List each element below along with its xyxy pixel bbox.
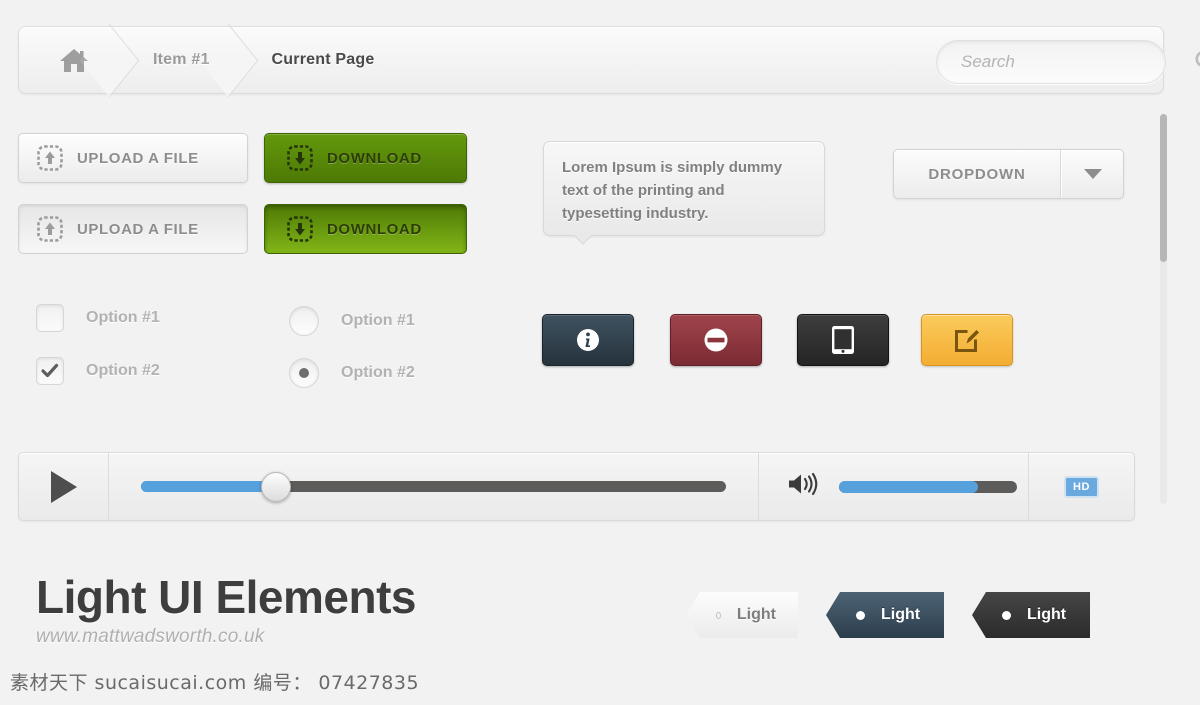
tag-dark[interactable]: Light — [972, 592, 1090, 638]
search-box[interactable] — [936, 40, 1200, 84]
radio-row-2: Option #2 — [289, 358, 415, 388]
page-title: Light UI Elements — [36, 571, 416, 623]
breadcrumb-separator — [205, 27, 239, 93]
play-icon — [50, 470, 77, 503]
download-label: DOWNLOAD — [327, 149, 422, 167]
radio-dot — [299, 368, 309, 378]
home-icon — [59, 46, 89, 74]
deny-button[interactable] — [670, 314, 762, 366]
breadcrumb-current-label: Current Page — [271, 51, 375, 68]
checkbox-row-2: Option #2 — [36, 357, 160, 385]
tag-label: Light — [1027, 606, 1067, 623]
radio-label-2: Option #2 — [341, 364, 415, 381]
download-file-icon — [287, 216, 313, 242]
tag-dot-icon — [856, 610, 865, 620]
breadcrumb-item-label: Item #1 — [153, 51, 210, 68]
dropdown-label: DROPDOWN — [894, 150, 1061, 198]
chevron-down-icon[interactable] — [1061, 150, 1123, 198]
radio-label-1: Option #1 — [341, 312, 415, 329]
upload-file-button-2[interactable]: UPLOAD A FILE — [18, 204, 248, 254]
tag-dot-icon — [1002, 610, 1011, 620]
download-label: DOWNLOAD — [327, 220, 422, 238]
tag-light[interactable]: Light — [686, 592, 798, 638]
tooltip-tail — [572, 235, 592, 246]
vertical-scrollbar[interactable] — [1160, 114, 1167, 504]
hd-cell: HD — [1029, 453, 1134, 520]
download-button-1[interactable]: DOWNLOAD — [264, 133, 467, 183]
seek-bar-cell — [109, 453, 759, 520]
volume-fill — [839, 480, 978, 493]
seek-fill — [141, 481, 276, 492]
radio-option-1[interactable] — [289, 306, 319, 336]
no-entry-icon — [704, 328, 728, 352]
edit-compose-icon — [955, 330, 979, 352]
caret-shape — [1083, 169, 1102, 179]
upload-file-label: UPLOAD A FILE — [77, 149, 199, 167]
download-file-icon — [287, 145, 313, 171]
tag-dot-icon — [716, 611, 721, 619]
tag-blue[interactable]: Light — [826, 592, 944, 638]
check-icon — [41, 363, 59, 378]
search-input[interactable] — [937, 52, 1193, 72]
page-subtitle: www.mattwadsworth.co.uk — [36, 626, 265, 647]
hd-badge[interactable]: HD — [1064, 475, 1099, 498]
seek-slider[interactable] — [141, 471, 726, 502]
tag-label: Light — [881, 606, 921, 623]
tooltip-bubble: Lorem Ipsum is simply dummy text of the … — [543, 141, 825, 236]
search-icon[interactable] — [1193, 49, 1200, 75]
scrollbar-thumb[interactable] — [1160, 114, 1167, 262]
tablet-button[interactable] — [797, 314, 889, 366]
upload-file-label: UPLOAD A FILE — [77, 220, 199, 238]
breadcrumb-item-current[interactable]: Current Page — [238, 27, 403, 93]
download-button-2[interactable]: DOWNLOAD — [264, 204, 467, 254]
checkbox-label-1: Option #1 — [86, 309, 160, 326]
tag-label: Light — [736, 606, 776, 623]
edit-button[interactable] — [921, 314, 1013, 366]
checkbox-row-1: Option #1 — [36, 304, 160, 332]
upload-file-button-1[interactable]: UPLOAD A FILE — [18, 133, 248, 183]
checkbox-option-2[interactable] — [36, 357, 64, 385]
volume-slider[interactable] — [839, 480, 1017, 493]
tooltip-text: Lorem Ipsum is simply dummy text of the … — [562, 159, 783, 222]
media-player: HD — [18, 452, 1135, 521]
breadcrumb-home[interactable] — [19, 27, 119, 93]
play-button[interactable] — [19, 453, 109, 520]
info-icon — [577, 329, 599, 351]
radio-option-2[interactable] — [289, 358, 319, 388]
ui-kit-page: Item #1 Current Page UPLOAD A FILE — [0, 0, 1200, 705]
breadcrumb-separator — [86, 27, 120, 93]
volume-high-icon[interactable] — [787, 471, 821, 502]
upload-file-icon — [37, 145, 63, 171]
checkbox-option-1[interactable] — [36, 304, 64, 332]
upload-file-icon — [37, 216, 63, 242]
watermark-text: 素材天下 sucaisucai.com 编号： 07427835 — [10, 672, 420, 694]
info-button[interactable] — [542, 314, 634, 366]
tablet-icon — [832, 326, 854, 354]
seek-handle[interactable] — [260, 471, 291, 502]
volume-cell — [759, 453, 1029, 520]
breadcrumb-item-1[interactable]: Item #1 — [119, 27, 238, 93]
radio-row-1: Option #1 — [289, 306, 415, 336]
checkbox-label-2: Option #2 — [86, 362, 160, 379]
dropdown-button[interactable]: DROPDOWN — [893, 149, 1124, 199]
